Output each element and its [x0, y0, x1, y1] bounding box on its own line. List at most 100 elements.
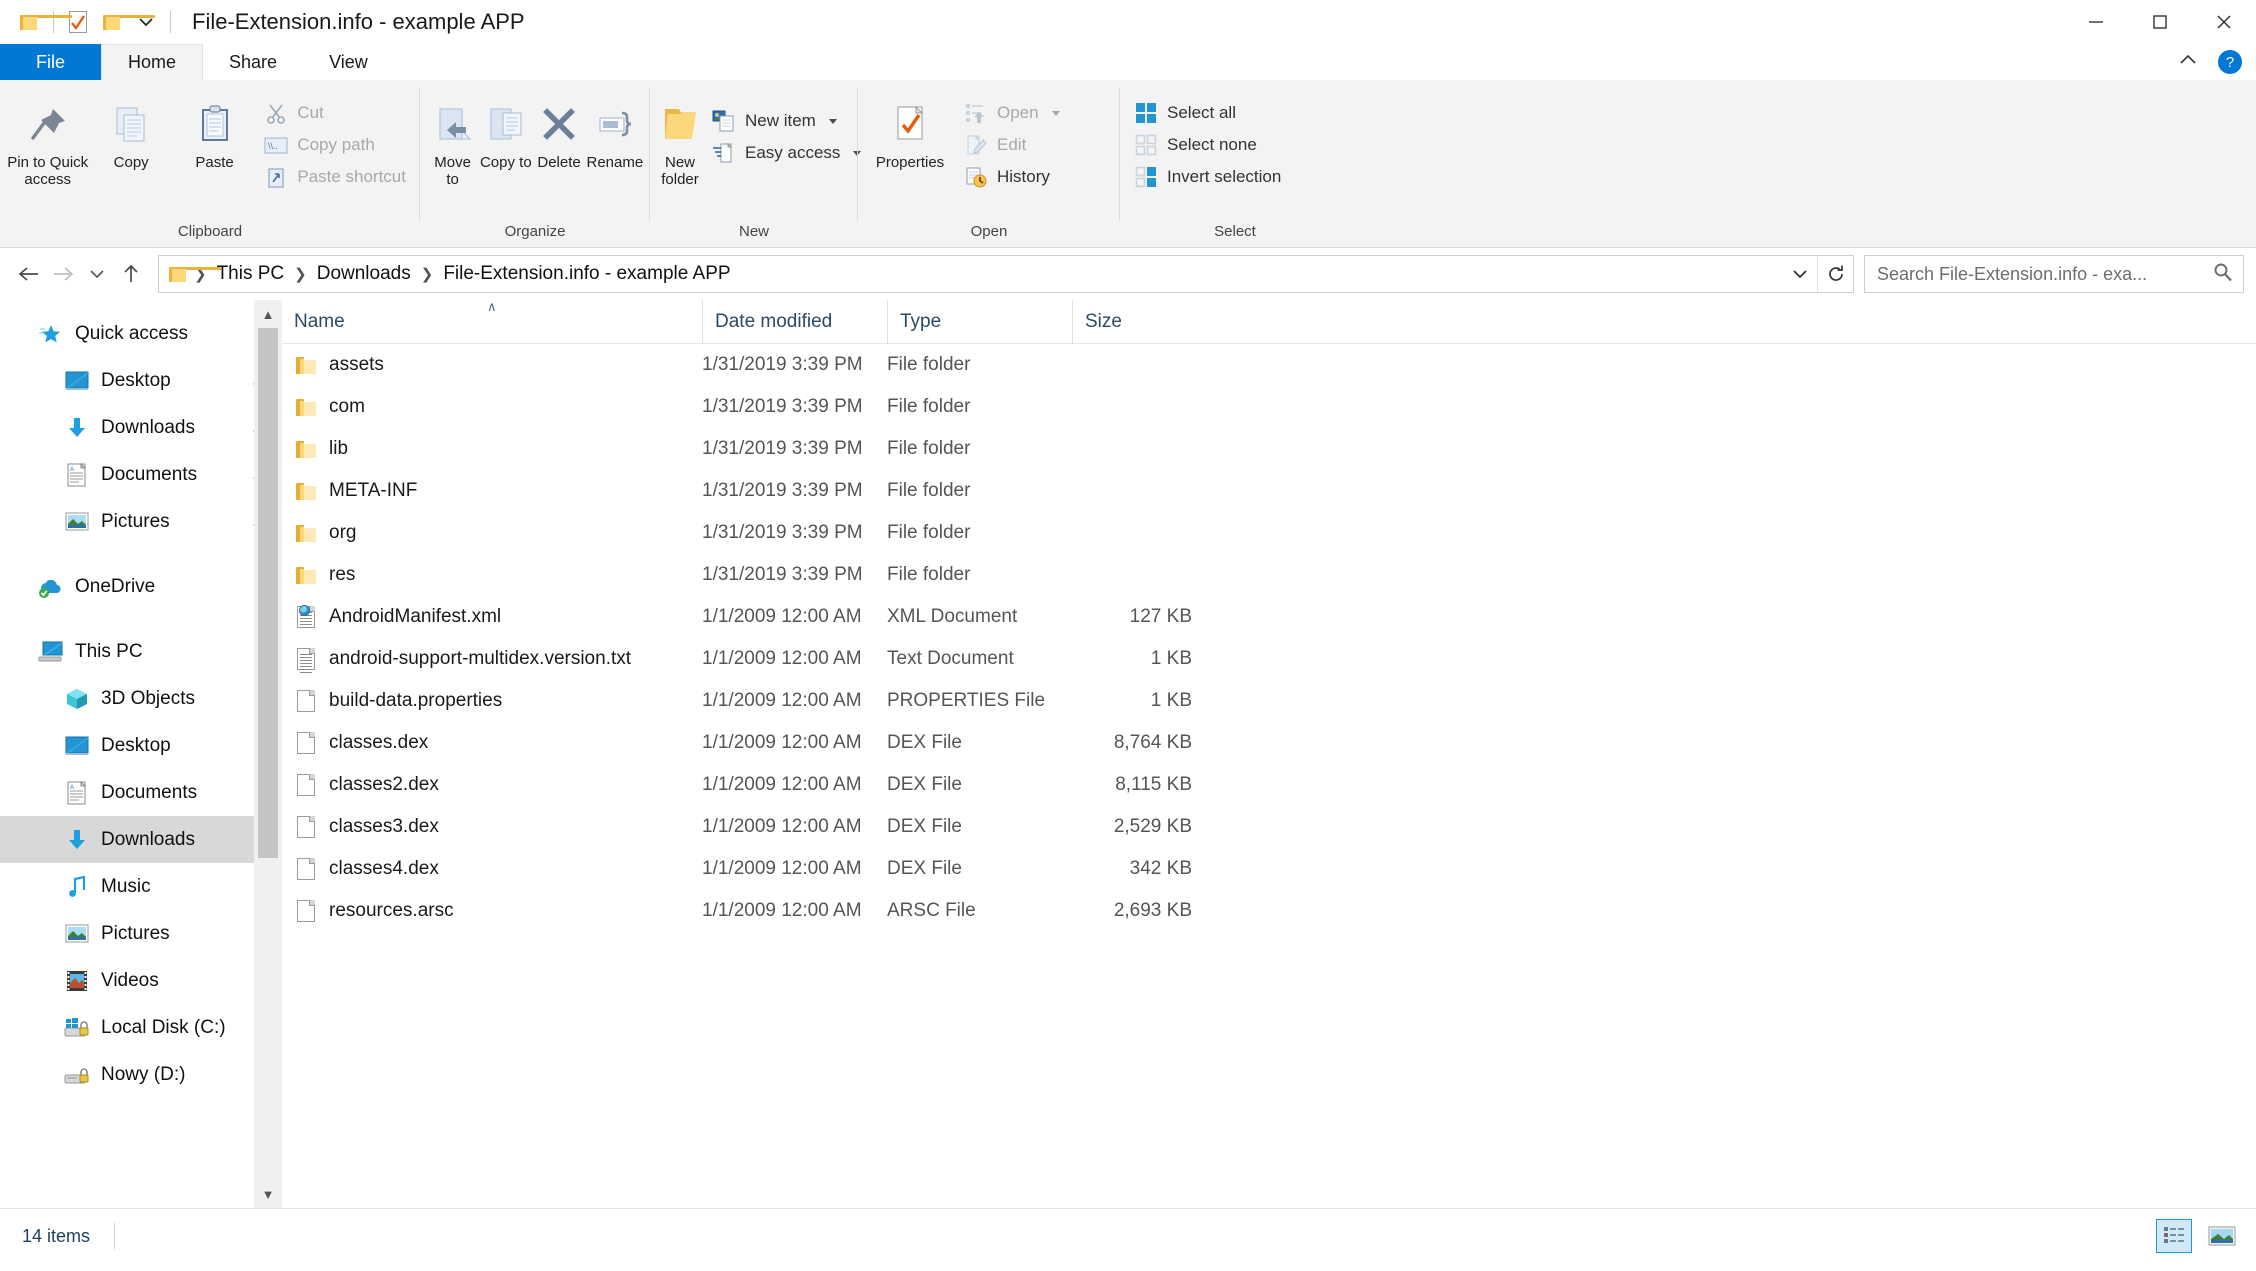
minimize-icon[interactable] — [2064, 0, 2128, 44]
file-name-cell[interactable]: AndroidManifest.xml — [282, 605, 702, 629]
select-all-button[interactable]: Select all — [1126, 98, 1289, 128]
large-icons-view-button[interactable] — [2204, 1219, 2240, 1253]
file-rows[interactable]: assets 1/31/2019 3:39 PM File folder com 1/3… — [282, 344, 2256, 932]
file-name-cell[interactable]: META-INF — [282, 479, 702, 503]
sidebar-item-nowy-d[interactable]: Nowy (D:) — [0, 1051, 282, 1098]
ribbon-tabstrip[interactable]: File Home Share View ? — [0, 44, 2256, 80]
chevron-down-icon[interactable] — [1783, 256, 1817, 292]
easy-access-button[interactable]: Easy access — [704, 138, 869, 168]
chevron-up-icon[interactable] — [2176, 52, 2200, 73]
sidebar-item-quick-access[interactable]: Quick access — [0, 310, 282, 357]
file-name-cell[interactable]: classes3.dex — [282, 815, 702, 839]
scrollbar-thumb[interactable] — [258, 328, 278, 858]
move-to-button[interactable]: Move to — [426, 88, 479, 188]
quick-access-toolbar[interactable] — [0, 5, 178, 39]
sidebar-item-documents[interactable]: A Documents — [0, 451, 282, 498]
rename-button[interactable]: Rename — [586, 88, 644, 171]
column-header-name[interactable]: Name ∧ — [282, 299, 702, 344]
file-name-cell[interactable]: classes4.dex — [282, 857, 702, 881]
pin-to-quick-access-button[interactable]: Pin to Quick access — [6, 88, 89, 188]
tab-view[interactable]: View — [303, 44, 394, 80]
view-buttons[interactable] — [2156, 1219, 2240, 1253]
column-header-type[interactable]: Type — [887, 299, 1072, 344]
breadcrumb[interactable]: ❯ This PC ❯ Downloads ❯ File-Extension.i… — [192, 263, 1783, 285]
folder-icon[interactable] — [12, 5, 72, 39]
sidebar-item-onedrive[interactable]: OneDrive — [0, 563, 282, 610]
column-header-size[interactable]: Size — [1072, 299, 1200, 344]
search-icon[interactable] — [2213, 262, 2233, 287]
window-controls[interactable] — [2064, 0, 2256, 44]
sidebar-item-3d-objects[interactable]: 3D Objects — [0, 675, 282, 722]
history-button[interactable]: History — [956, 162, 1068, 192]
forward-button[interactable] — [46, 257, 80, 291]
tab-share[interactable]: Share — [203, 44, 303, 80]
sidebar-item-downloads[interactable]: Downloads — [0, 816, 282, 863]
table-row[interactable]: META-INF 1/31/2019 3:39 PM File folder — [282, 470, 2256, 512]
file-name-cell[interactable]: classes.dex — [282, 731, 702, 755]
file-name-cell[interactable]: resources.arsc — [282, 899, 702, 923]
sidebar-item-this-pc[interactable]: This PC — [0, 628, 282, 675]
scroll-down-icon[interactable]: ▼ — [254, 1180, 282, 1208]
paste-button[interactable]: Paste — [173, 88, 256, 171]
table-row[interactable]: lib 1/31/2019 3:39 PM File folder — [282, 428, 2256, 470]
chevron-down-icon[interactable] — [1051, 110, 1060, 116]
file-list-pane[interactable]: Name ∧ Date modified Type Size assets 1/3… — [282, 299, 2256, 1208]
sidebar-item-desktop[interactable]: Desktop — [0, 722, 282, 769]
copy-button[interactable]: Copy — [89, 88, 172, 171]
ribbon-tabstrip-right[interactable]: ? — [2176, 50, 2242, 74]
cut-button[interactable]: Cut — [256, 98, 414, 128]
edit-button[interactable]: Edit — [956, 130, 1068, 160]
sidebar-item-desktop[interactable]: Desktop — [0, 357, 282, 404]
copy-to-button[interactable]: Copy to — [479, 88, 532, 171]
tab-file[interactable]: File — [0, 44, 102, 80]
file-name-cell[interactable]: org — [282, 521, 702, 545]
sidebar-item-local-disk-c[interactable]: Local Disk (C:) — [0, 1004, 282, 1051]
file-name-cell[interactable]: android-support-multidex.version.txt — [282, 647, 702, 673]
table-row[interactable]: resources.arsc 1/1/2009 12:00 AM ARSC File… — [282, 890, 2256, 932]
select-none-button[interactable]: Select none — [1126, 130, 1289, 160]
table-row[interactable]: classes3.dex 1/1/2009 12:00 AM DEX File 2,5… — [282, 806, 2256, 848]
file-name-cell[interactable]: res — [282, 563, 702, 587]
file-name-cell[interactable]: assets — [282, 353, 702, 377]
back-button[interactable] — [12, 257, 46, 291]
sidebar-item-documents[interactable]: A Documents — [0, 769, 282, 816]
close-icon[interactable] — [2192, 0, 2256, 44]
file-name-cell[interactable]: classes2.dex — [282, 773, 702, 797]
copy-path-button[interactable]: \\.. Copy path — [256, 130, 414, 160]
scroll-up-icon[interactable]: ▲ — [254, 300, 282, 328]
open-button[interactable]: Open — [956, 98, 1068, 128]
table-row[interactable]: classes2.dex 1/1/2009 12:00 AM DEX File 8,1… — [282, 764, 2256, 806]
table-row[interactable]: assets 1/31/2019 3:39 PM File folder — [282, 344, 2256, 386]
table-row[interactable]: org 1/31/2019 3:39 PM File folder — [282, 512, 2256, 554]
up-button[interactable] — [114, 257, 148, 291]
sidebar-item-pictures[interactable]: Pictures — [0, 910, 282, 957]
table-row[interactable]: res 1/31/2019 3:39 PM File folder — [282, 554, 2256, 596]
table-row[interactable]: build-data.properties 1/1/2009 12:00 AM PR… — [282, 680, 2256, 722]
address-input[interactable]: ❯ This PC ❯ Downloads ❯ File-Extension.i… — [158, 255, 1854, 293]
new-item-button[interactable]: New item — [704, 106, 869, 136]
refresh-icon[interactable] — [1817, 256, 1853, 292]
navigation-scrollbar[interactable]: ▲ ▼ — [254, 300, 282, 1208]
paste-shortcut-button[interactable]: Paste shortcut — [256, 162, 414, 192]
sidebar-item-downloads[interactable]: Downloads — [0, 404, 282, 451]
chevron-down-icon[interactable] — [828, 118, 837, 124]
tab-home[interactable]: Home — [101, 44, 204, 80]
table-row[interactable]: android-support-multidex.version.txt 1/1/… — [282, 638, 2256, 680]
search-input[interactable]: Search File-Extension.info - exa... — [1864, 255, 2244, 293]
delete-button[interactable]: Delete — [532, 88, 585, 171]
invert-selection-button[interactable]: Invert selection — [1126, 162, 1289, 192]
sidebar-item-pictures[interactable]: Pictures — [0, 498, 282, 545]
sidebar-item-music[interactable]: Music — [0, 863, 282, 910]
sidebar-item-videos[interactable]: Videos — [0, 957, 282, 1004]
table-row[interactable]: classes4.dex 1/1/2009 12:00 AM DEX File 342… — [282, 848, 2256, 890]
breadcrumb-item-this-pc[interactable]: This PC — [211, 263, 291, 285]
new-folder-icon[interactable] — [95, 5, 155, 39]
table-row[interactable]: AndroidManifest.xml 1/1/2009 12:00 AM XML … — [282, 596, 2256, 638]
table-row[interactable]: classes.dex 1/1/2009 12:00 AM DEX File 8,76… — [282, 722, 2256, 764]
properties-check-icon[interactable] — [61, 5, 95, 39]
details-view-button[interactable] — [2156, 1219, 2192, 1253]
file-name-cell[interactable]: com — [282, 395, 702, 419]
recent-locations-button[interactable] — [80, 257, 114, 291]
file-name-cell[interactable]: lib — [282, 437, 702, 461]
maximize-icon[interactable] — [2128, 0, 2192, 44]
